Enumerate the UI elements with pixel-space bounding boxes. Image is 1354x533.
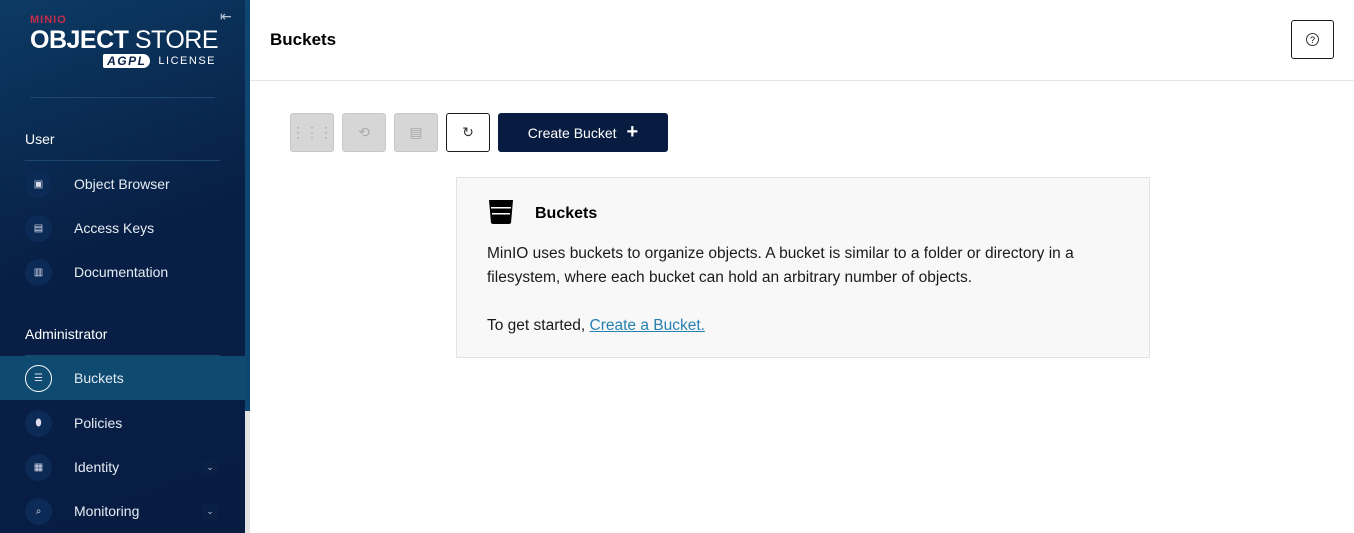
bucket-lifecycle-icon: ▤ bbox=[409, 124, 423, 140]
card-title: Buckets bbox=[535, 205, 598, 222]
sidebar-item-policies[interactable]: ⬮ Policies bbox=[0, 401, 245, 445]
sidebar-item-documentation[interactable]: ▥ Documentation bbox=[0, 250, 245, 294]
sidebar-item-object-browser[interactable]: ▣ Object Browser bbox=[0, 162, 245, 206]
replication-icon: ⟲ bbox=[358, 124, 370, 140]
page-title: Buckets bbox=[270, 30, 337, 49]
object-browser-icon: ▣ bbox=[25, 170, 52, 198]
access-keys-icon: ▤ bbox=[25, 214, 52, 242]
help-icon: ? bbox=[1306, 33, 1319, 46]
chevron-down-icon[interactable]: ⌄ bbox=[202, 459, 218, 475]
lifecycle-button[interactable]: ▤ bbox=[394, 113, 438, 152]
agpl-logo: AGPL bbox=[103, 54, 151, 68]
plus-icon: + bbox=[626, 121, 639, 143]
sidebar-item-buckets[interactable]: ☰ Buckets bbox=[0, 356, 245, 400]
create-bucket-button[interactable]: Create Bucket + bbox=[498, 113, 668, 152]
grid-icon: ⋮⋮⋮ bbox=[291, 124, 333, 140]
monitoring-icon: ⌕ bbox=[25, 497, 52, 525]
grid-view-button[interactable]: ⋮⋮⋮ bbox=[290, 113, 334, 152]
card-description: MinIO uses buckets to organize objects. … bbox=[487, 245, 1074, 286]
buckets-info-card: Buckets MinIO uses buckets to organize o… bbox=[456, 177, 1150, 358]
refresh-icon: ↻ bbox=[462, 124, 474, 140]
minio-logo: MINIO OBJECT STORE AGPL LICENSE bbox=[30, 14, 219, 68]
get-started-text: To get started, Create a Bucket. bbox=[487, 317, 705, 334]
create-bucket-link[interactable]: Create a Bucket. bbox=[590, 317, 705, 334]
sidebar-item-identity[interactable]: ▦ Identity ⌄ bbox=[0, 445, 245, 489]
divider bbox=[25, 160, 220, 161]
policies-icon: ⬮ bbox=[25, 409, 52, 437]
bucket-icon: ☰ bbox=[25, 364, 52, 392]
identity-icon: ▦ bbox=[25, 453, 52, 481]
section-administrator: Administrator bbox=[25, 326, 108, 342]
collapse-sidebar-icon[interactable]: ⇤ bbox=[220, 8, 232, 25]
sidebar-item-access-keys[interactable]: ▤ Access Keys bbox=[0, 206, 245, 250]
documentation-icon: ▥ bbox=[25, 258, 52, 286]
refresh-button[interactable]: ↻ bbox=[446, 113, 490, 152]
page-header: Buckets ? bbox=[250, 0, 1354, 81]
sidebar-item-monitoring[interactable]: ⌕ Monitoring ⌄ bbox=[0, 489, 245, 533]
chevron-down-icon[interactable]: ⌄ bbox=[202, 503, 218, 519]
bucket-icon bbox=[489, 200, 513, 224]
help-button[interactable]: ? bbox=[1291, 20, 1334, 59]
section-user: User bbox=[25, 131, 55, 147]
sidebar: MINIO OBJECT STORE AGPL LICENSE ⇤ User ▣ O… bbox=[0, 0, 245, 533]
replication-button[interactable]: ⟲ bbox=[342, 113, 386, 152]
divider bbox=[30, 97, 215, 98]
